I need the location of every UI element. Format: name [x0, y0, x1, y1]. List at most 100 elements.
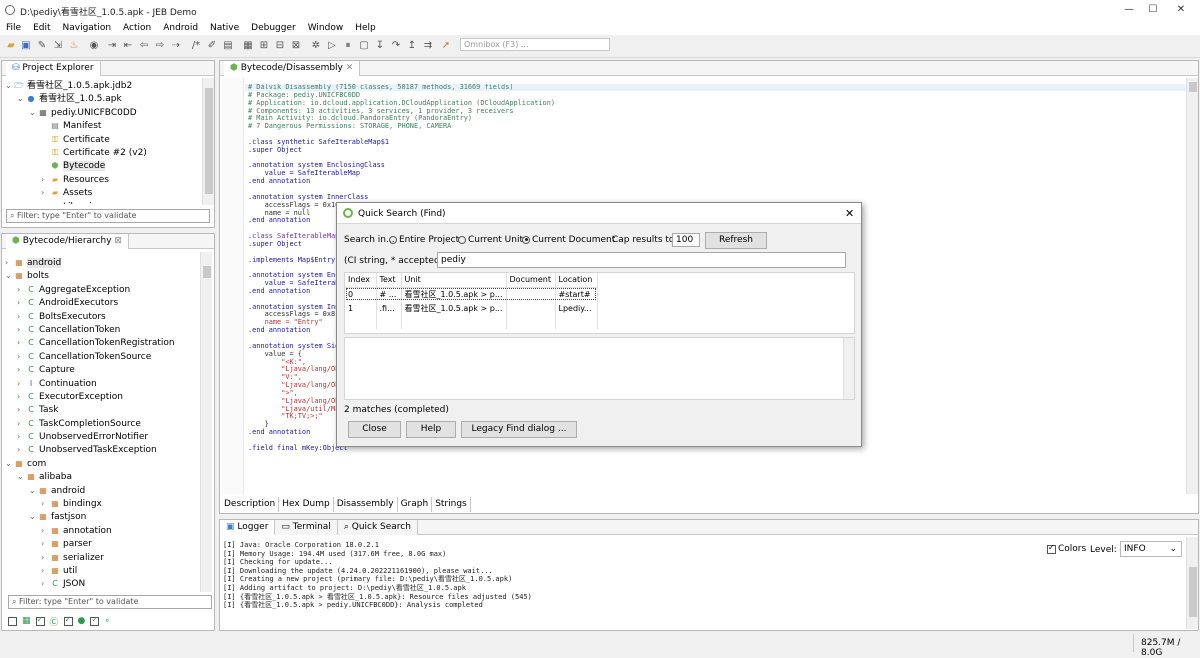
- tree-item[interactable]: ⚿ Certificate: [5, 133, 201, 146]
- tree-item[interactable]: › C Task: [5, 403, 201, 416]
- col-index[interactable]: Index: [345, 273, 377, 288]
- tree-item[interactable]: › C JSON: [5, 577, 201, 590]
- rocket-icon[interactable]: ➚: [440, 40, 452, 52]
- step-icon[interactable]: ⇥: [106, 40, 118, 52]
- chevron-right-icon[interactable]: ›: [41, 537, 50, 550]
- chevron-right-icon[interactable]: ›: [17, 310, 26, 323]
- col-location[interactable]: Location: [555, 273, 598, 288]
- comment-icon[interactable]: /*: [190, 40, 202, 52]
- table-row[interactable]: 1 .fi... 看雪社区_1.0.5.apk > p... Lpediy...: [345, 301, 598, 315]
- chevron-right-icon[interactable]: ›: [17, 430, 26, 443]
- resume-icon[interactable]: ⇉: [422, 40, 434, 52]
- radio-current-document[interactable]: [522, 235, 530, 244]
- tab-logger[interactable]: ▣ Logger: [220, 520, 276, 535]
- chevron-down-icon[interactable]: ⌄: [5, 457, 14, 470]
- menu-window[interactable]: Window: [308, 23, 344, 33]
- menu-android[interactable]: Android: [163, 23, 198, 33]
- chevron-right-icon[interactable]: ›: [17, 283, 26, 296]
- tree-item[interactable]: › C CancellationTokenRegistration: [5, 336, 201, 349]
- project-tree-scrollbar[interactable]: [202, 78, 214, 205]
- tree-item[interactable]: › C UnobservedErrorNotifier: [5, 430, 201, 443]
- project-filter-input[interactable]: ⌕ Filter: type "Enter" to validate: [6, 209, 210, 223]
- note-icon[interactable]: ▤: [222, 40, 234, 52]
- console-scrollbar[interactable]: [1186, 537, 1198, 629]
- scrollbar-thumb[interactable]: [203, 266, 211, 278]
- tree-item[interactable]: › ▦ util: [5, 564, 201, 577]
- tree-item[interactable]: › C ExecutorException: [5, 390, 201, 403]
- tree-item[interactable]: ⌄ ▦ pediy.UNICFBC0DD: [5, 106, 201, 119]
- chevron-right-icon[interactable]: ›: [41, 524, 50, 537]
- tab-quick-search[interactable]: ⌕ Quick Search: [337, 520, 418, 535]
- back-icon[interactable]: ⇤: [122, 40, 134, 52]
- scope-entire-project[interactable]: Entire Project: [389, 235, 459, 245]
- tab-strings[interactable]: Strings: [432, 497, 471, 512]
- tree-item[interactable]: › ▰ Assets: [5, 186, 201, 199]
- colors-toggle[interactable]: Colors: [1047, 543, 1086, 554]
- tree-item[interactable]: ⌄ ▦ alibaba: [5, 470, 201, 483]
- tab-terminal[interactable]: ▭ Terminal: [275, 520, 338, 535]
- tree-item[interactable]: › C AndroidExecutors: [5, 296, 201, 309]
- wrench-icon[interactable]: ✎: [36, 40, 48, 52]
- chevron-right-icon[interactable]: ›: [17, 350, 26, 363]
- stop-icon[interactable]: ▢: [358, 40, 370, 52]
- graph-icon[interactable]: ⊠: [290, 40, 302, 52]
- tree-item[interactable]: ›▰Libraries: [5, 200, 201, 204]
- tab-hex-dump[interactable]: Hex Dump: [279, 497, 334, 512]
- chevron-right-icon[interactable]: ›: [17, 390, 26, 403]
- close-tab-icon[interactable]: ⊠: [114, 236, 122, 246]
- close-window-button[interactable]: ✕: [1170, 3, 1192, 17]
- tree-item[interactable]: › C Capture: [5, 363, 201, 376]
- chevron-right-icon[interactable]: ›: [5, 256, 14, 269]
- result-preview-area[interactable]: [344, 337, 855, 400]
- radio-current-unit[interactable]: [458, 235, 466, 244]
- chevron-down-icon[interactable]: ⌄: [17, 92, 26, 105]
- editor-scrollbar[interactable]: [1186, 78, 1198, 494]
- tree-item[interactable]: › ▰ Resources: [5, 173, 201, 186]
- col-document[interactable]: Document: [506, 273, 556, 288]
- close-tab-icon[interactable]: ✕: [346, 63, 354, 73]
- omnibox-input[interactable]: Omnibox (F3) ...: [460, 38, 610, 51]
- query-input[interactable]: pediy: [437, 252, 846, 268]
- chevron-right-icon[interactable]: ›: [41, 497, 50, 510]
- tree-item[interactable]: › C CancellationTokenSource: [5, 350, 201, 363]
- field-icon[interactable]: ∘: [104, 616, 110, 626]
- tree-item[interactable]: ⌄ ▦ bolts: [5, 269, 201, 282]
- scope-current-document[interactable]: Current Document: [522, 235, 615, 245]
- tree-item[interactable]: ▤ Manifest: [5, 119, 201, 132]
- class-icon[interactable]: Ⓒ: [50, 615, 59, 628]
- method-icon[interactable]: ●: [78, 616, 86, 626]
- tree-item[interactable]: › C BoltsExecutors: [5, 310, 201, 323]
- menu-help[interactable]: Help: [355, 23, 376, 33]
- tree-item[interactable]: › C CancellationToken: [5, 323, 201, 336]
- menu-edit[interactable]: Edit: [33, 23, 50, 33]
- chevron-right-icon[interactable]: ›: [17, 323, 26, 336]
- minimize-button[interactable]: —: [1118, 3, 1140, 17]
- tab-description[interactable]: Description: [221, 497, 280, 512]
- step-over-icon[interactable]: ↷: [390, 40, 402, 52]
- chevron-right-icon[interactable]: ›: [17, 403, 26, 416]
- chevron-down-icon[interactable]: ⌄: [29, 484, 38, 497]
- filter-toggle-icon[interactable]: ▦: [22, 616, 31, 626]
- tree-item[interactable]: › ▦ annotation: [5, 524, 201, 537]
- tree-item[interactable]: › I Continuation: [5, 377, 201, 390]
- tree-item[interactable]: › ▦ serializer: [5, 551, 201, 564]
- chevron-right-icon[interactable]: ›: [17, 377, 26, 390]
- help-button[interactable]: Help: [406, 421, 456, 438]
- menu-file[interactable]: File: [6, 23, 21, 33]
- tree-item[interactable]: ⌄ ▦ android: [5, 484, 201, 497]
- tree-item[interactable]: › C UnobservedTaskException: [5, 443, 201, 456]
- maximize-button[interactable]: ☐: [1142, 3, 1164, 17]
- pen-icon[interactable]: ✐: [206, 40, 218, 52]
- tab-disassembly[interactable]: Disassembly: [333, 497, 398, 512]
- tree-item[interactable]: › ▦ bindingx: [5, 497, 201, 510]
- menu-native[interactable]: Native: [210, 23, 239, 33]
- chevron-right-icon[interactable]: ›: [17, 336, 26, 349]
- jump-icon[interactable]: ⇢: [170, 40, 182, 52]
- tab-graph[interactable]: Graph: [398, 497, 433, 512]
- save-icon[interactable]: ▣: [20, 40, 32, 52]
- memory-indicator[interactable]: 825.7M / 8.0G: [1141, 638, 1200, 658]
- menu-navigation[interactable]: Navigation: [63, 23, 112, 33]
- debug-icon[interactable]: ✲: [310, 40, 322, 52]
- chevron-down-icon[interactable]: ⌄: [29, 106, 38, 119]
- step-out-icon[interactable]: ↥: [406, 40, 418, 52]
